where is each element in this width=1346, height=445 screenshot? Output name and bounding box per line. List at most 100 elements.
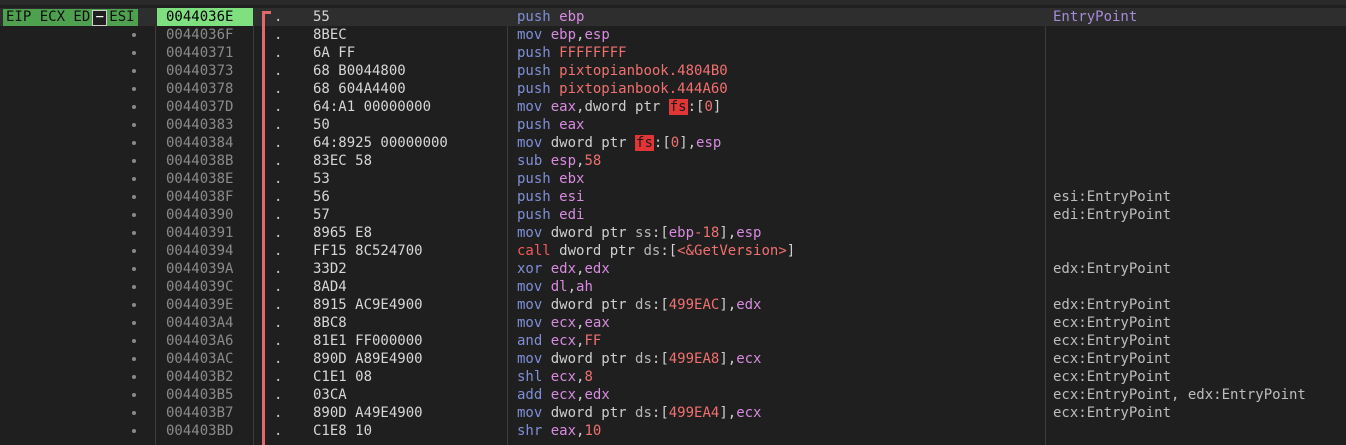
bytes-cell[interactable]: 890D A49E4900 <box>313 404 503 422</box>
address-cell[interactable]: 0044039C <box>157 278 253 296</box>
bytes-cell[interactable]: 890D A89E4900 <box>313 350 503 368</box>
comment-cell[interactable]: ecx:EntryPoint <box>1053 368 1346 386</box>
disassembly-row[interactable]: 00440394. FF15 8C524700 call dword ptr ds:… <box>0 242 1346 260</box>
bytes-cell[interactable]: 8965 E8 <box>313 224 503 242</box>
bytes-cell[interactable]: 33D2 <box>313 260 503 278</box>
disassembly-row[interactable]: 00440390. 57 push edi edi:EntryPoint <box>0 206 1346 224</box>
bytes-cell[interactable]: FF15 8C524700 <box>313 242 503 260</box>
instruction-cell[interactable]: shl ecx,8 <box>517 368 1042 386</box>
disassembly-row[interactable]: 00440371. 6A FF push FFFFFFFF <box>0 44 1346 62</box>
instruction-cell[interactable]: push ebp <box>517 8 1042 26</box>
instruction-cell[interactable]: and ecx,FF <box>517 332 1042 350</box>
address-cell[interactable]: 0044036E <box>157 8 253 26</box>
comment-cell[interactable]: ecx:EntryPoint, edx:EntryPoint <box>1053 386 1346 404</box>
comment-cell[interactable] <box>1053 278 1346 296</box>
instruction-cell[interactable]: push esi <box>517 188 1042 206</box>
comment-cell[interactable] <box>1053 62 1346 80</box>
instruction-cell[interactable]: mov dword ptr ds:[499EA4],ecx <box>517 404 1042 422</box>
comment-cell[interactable] <box>1053 170 1346 188</box>
comment-cell[interactable] <box>1053 152 1346 170</box>
bytes-cell[interactable]: C1E1 08 <box>313 368 503 386</box>
breakpoint-toggle-icon[interactable] <box>132 303 136 307</box>
disassembly-row[interactable]: 00440373. 68 B0044800 push pixtopianbook.4… <box>0 62 1346 80</box>
breakpoint-toggle-icon[interactable] <box>132 213 136 217</box>
instruction-cell[interactable]: push pixtopianbook.444A60 <box>517 80 1042 98</box>
instruction-cell[interactable]: push ebx <box>517 170 1042 188</box>
instruction-cell[interactable]: push pixtopianbook.4804B0 <box>517 62 1042 80</box>
address-cell[interactable]: 004403B2 <box>157 368 253 386</box>
comment-cell[interactable] <box>1053 80 1346 98</box>
breakpoint-toggle-icon[interactable] <box>132 105 136 109</box>
instruction-cell[interactable]: push FFFFFFFF <box>517 44 1042 62</box>
bytes-cell[interactable]: 6A FF <box>313 44 503 62</box>
address-cell[interactable]: 00440384 <box>157 134 253 152</box>
breakpoint-toggle-icon[interactable] <box>132 87 136 91</box>
disassembly-row[interactable]: 00440384. 64:8925 00000000 mov dword ptr f… <box>0 134 1346 152</box>
address-cell[interactable]: 0044038F <box>157 188 253 206</box>
disassembly-row[interactable]: 004403BD. C1E8 10 shr eax,10 <box>0 422 1346 440</box>
disassembly-row[interactable]: 00440391. 8965 E8 mov dword ptr ss:[ebp-18… <box>0 224 1346 242</box>
comment-cell[interactable]: ecx:EntryPoint <box>1053 350 1346 368</box>
address-cell[interactable]: 004403A4 <box>157 314 253 332</box>
breakpoint-toggle-icon[interactable] <box>132 33 136 37</box>
breakpoint-toggle-icon[interactable] <box>132 411 136 415</box>
comment-cell[interactable] <box>1053 26 1346 44</box>
address-cell[interactable]: 0044038B <box>157 152 253 170</box>
disassembly-row[interactable]: 00440383. 50 push eax <box>0 116 1346 134</box>
instruction-cell[interactable]: mov ebp,esp <box>517 26 1042 44</box>
address-cell[interactable]: 00440394 <box>157 242 253 260</box>
address-cell[interactable]: 004403B7 <box>157 404 253 422</box>
comment-cell[interactable]: ecx:EntryPoint <box>1053 332 1346 350</box>
bytes-cell[interactable]: 03CA <box>313 386 503 404</box>
bytes-cell[interactable]: 64:A1 00000000 <box>313 98 503 116</box>
disassembly-row[interactable]: 0044036F. 8BEC mov ebp,esp <box>0 26 1346 44</box>
breakpoint-toggle-icon[interactable] <box>132 231 136 235</box>
instruction-cell[interactable]: mov dword ptr ds:[499EAC],edx <box>517 296 1042 314</box>
comment-cell[interactable] <box>1053 44 1346 62</box>
instruction-cell[interactable]: sub esp,58 <box>517 152 1042 170</box>
breakpoint-toggle-icon[interactable] <box>132 123 136 127</box>
instruction-cell[interactable]: xor edx,edx <box>517 260 1042 278</box>
instruction-cell[interactable]: shr eax,10 <box>517 422 1042 440</box>
disassembly-grid[interactable]: EIP ECX ED − ESI 0044036E. 55 push ebp EntryPo… <box>0 8 1346 440</box>
comment-cell[interactable]: esi:EntryPoint <box>1053 188 1346 206</box>
breakpoint-toggle-icon[interactable] <box>132 159 136 163</box>
address-cell[interactable]: 0044039A <box>157 260 253 278</box>
address-cell[interactable]: 00440383 <box>157 116 253 134</box>
breakpoint-toggle-icon[interactable] <box>132 321 136 325</box>
breakpoint-toggle-icon[interactable] <box>132 69 136 73</box>
instruction-cell[interactable]: mov ecx,eax <box>517 314 1042 332</box>
comment-cell[interactable] <box>1053 98 1346 116</box>
breakpoint-toggle-icon[interactable] <box>132 195 136 199</box>
address-cell[interactable]: 00440391 <box>157 224 253 242</box>
disassembly-row[interactable]: 004403A6. 81E1 FF000000 and ecx,FF ecx:Entr… <box>0 332 1346 350</box>
address-cell[interactable]: 00440373 <box>157 62 253 80</box>
disassembly-row[interactable]: 004403B5. 03CA add ecx,edx ecx:EntryPoint, … <box>0 386 1346 404</box>
breakpoint-toggle-icon[interactable] <box>132 141 136 145</box>
breakpoint-toggle-icon[interactable] <box>132 177 136 181</box>
disassembly-row[interactable]: 0044039A. 33D2 xor edx,edx edx:EntryPoint <box>0 260 1346 278</box>
bytes-cell[interactable]: 83EC 58 <box>313 152 503 170</box>
instruction-cell[interactable]: mov dword ptr ss:[ebp-18],esp <box>517 224 1042 242</box>
comment-cell[interactable]: EntryPoint <box>1053 8 1346 26</box>
breakpoint-toggle-icon[interactable] <box>132 357 136 361</box>
disassembly-row[interactable]: 0044038F. 56 push esi esi:EntryPoint <box>0 188 1346 206</box>
breakpoint-toggle-icon[interactable] <box>132 429 136 433</box>
address-cell[interactable]: 004403B5 <box>157 386 253 404</box>
address-cell[interactable]: 0044038E <box>157 170 253 188</box>
bytes-cell[interactable]: 57 <box>313 206 503 224</box>
breakpoint-toggle-icon[interactable] <box>132 339 136 343</box>
breakpoint-toggle-icon[interactable] <box>132 285 136 289</box>
address-cell[interactable]: 004403A6 <box>157 332 253 350</box>
instruction-cell[interactable]: mov eax,dword ptr fs:[0] <box>517 98 1042 116</box>
address-cell[interactable]: 00440390 <box>157 206 253 224</box>
instruction-cell[interactable]: mov dl,ah <box>517 278 1042 296</box>
collapse-toggle-icon[interactable]: − <box>92 10 108 26</box>
bytes-cell[interactable]: 64:8925 00000000 <box>313 134 503 152</box>
disassembly-row[interactable]: 00440378. 68 604A4400 push pixtopianbook.4… <box>0 80 1346 98</box>
disassembly-row[interactable]: 0044039C. 8AD4 mov dl,ah <box>0 278 1346 296</box>
comment-cell[interactable] <box>1053 242 1346 260</box>
bytes-cell[interactable]: 68 604A4400 <box>313 80 503 98</box>
breakpoint-toggle-icon[interactable] <box>132 51 136 55</box>
comment-cell[interactable] <box>1053 116 1346 134</box>
